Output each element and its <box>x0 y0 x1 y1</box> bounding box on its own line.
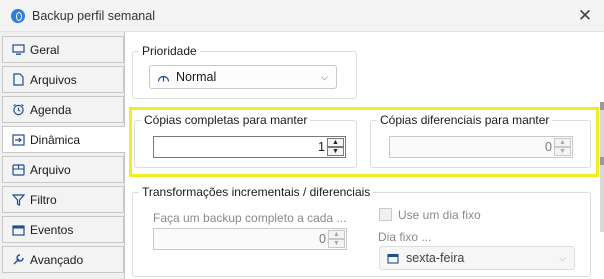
file-icon <box>12 73 25 86</box>
tab-label: Geral <box>30 42 60 57</box>
archive-box-icon <box>12 163 25 176</box>
tab-filtro[interactable]: Filtro <box>2 186 124 213</box>
full-backup-every-value: 0 <box>319 232 326 246</box>
fixed-day-label: Dia fixo ... <box>378 230 432 244</box>
monitor-icon <box>12 43 25 56</box>
priority-select[interactable]: Normal ⌵ <box>149 65 337 89</box>
backup-app-icon <box>11 9 25 23</box>
tab-geral[interactable]: Geral <box>2 36 124 63</box>
full-backup-every-label: Faça um backup completo a cada ... <box>153 211 347 225</box>
tab-avancado[interactable]: Avançado <box>2 246 124 273</box>
use-fixed-day-label: Use um dia fixo <box>398 208 481 222</box>
spin-up-button[interactable]: ▲ <box>328 230 345 239</box>
tab-agenda[interactable]: Agenda <box>2 96 124 123</box>
tab-label: Agenda <box>30 102 72 117</box>
tab-list: Geral Arquivos Agenda Dinâmica Arquivo F… <box>0 32 126 279</box>
spin-down-button[interactable]: ▼ <box>328 239 345 248</box>
scrollbar-thumb[interactable] <box>600 157 604 165</box>
funnel-icon <box>12 193 25 206</box>
tab-label: Eventos <box>30 222 74 237</box>
tab-arquivo[interactable]: Arquivo <box>2 156 124 183</box>
tab-eventos[interactable]: Eventos <box>2 216 124 243</box>
scrollbar-thumb[interactable] <box>600 102 604 110</box>
tab-arquivos[interactable]: Arquivos <box>2 66 124 93</box>
login-arrow-icon <box>12 133 25 146</box>
priority-label: Prioridade <box>139 44 200 58</box>
calendar-icon <box>387 253 399 264</box>
tab-label: Arquivos <box>30 72 77 87</box>
tab-label: Avançado <box>30 252 84 267</box>
priority-group: Prioridade Normal ⌵ <box>132 44 357 99</box>
chevron-down-icon: ⌵ <box>321 72 328 82</box>
chevron-down-icon: ⌵ <box>559 253 566 263</box>
title-bar: Backup perfil semanal ✕ <box>0 0 604 32</box>
fixed-day-value: sexta-feira <box>406 251 465 265</box>
scrollbar[interactable] <box>600 102 604 232</box>
highlight-box <box>129 107 599 177</box>
incremental-group: Transformações incrementais / diferencia… <box>132 185 591 277</box>
use-fixed-day-checkbox[interactable] <box>379 208 392 221</box>
alarm-clock-icon <box>12 103 25 116</box>
tab-label: Arquivo <box>30 162 71 177</box>
priority-value: Normal <box>176 70 217 84</box>
close-button[interactable]: ✕ <box>566 0 604 32</box>
tab-dinamica[interactable]: Dinâmica <box>2 126 126 153</box>
full-backup-every-spinner[interactable]: 0 ▲ ▼ <box>153 228 347 250</box>
wrench-icon <box>12 253 25 266</box>
incremental-label: Transformações incrementais / diferencia… <box>139 185 374 199</box>
fixed-day-select[interactable]: sexta-feira ⌵ <box>379 246 575 270</box>
gauge-icon <box>157 72 170 83</box>
tab-label: Filtro <box>30 192 57 207</box>
tab-label: Dinâmica <box>30 132 81 147</box>
window-title: Backup perfil semanal <box>32 9 155 23</box>
calendar-icon <box>12 223 25 236</box>
